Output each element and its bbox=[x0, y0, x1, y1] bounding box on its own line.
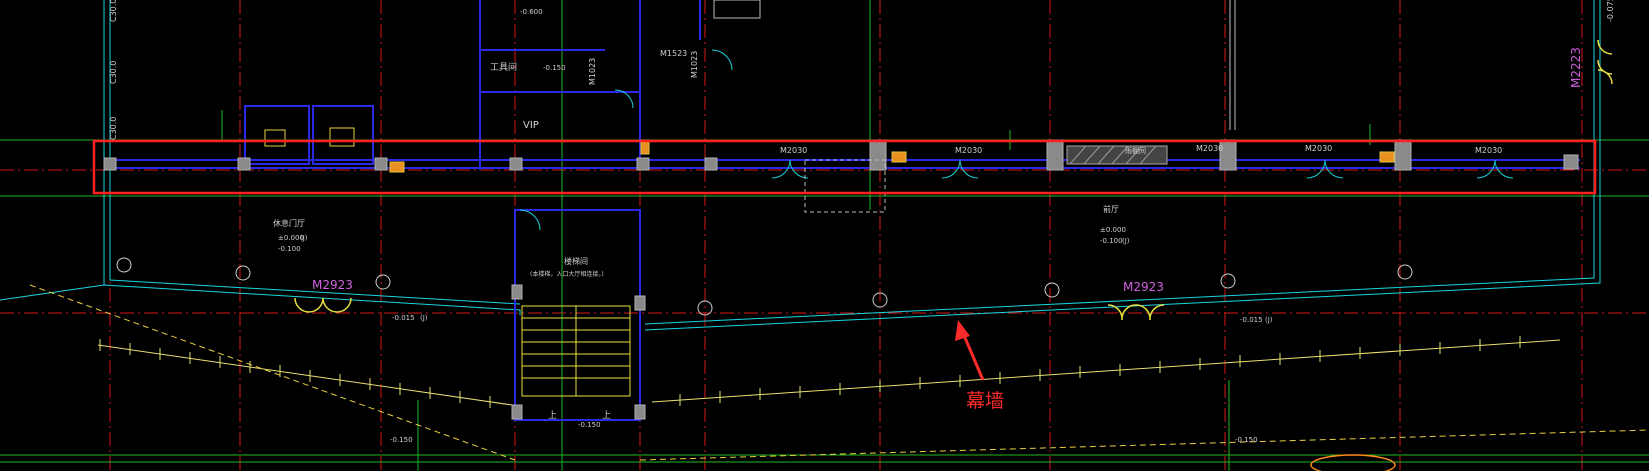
door-label-m2030-3: M2030 bbox=[1305, 144, 1332, 153]
tag-up-2: 上 bbox=[602, 410, 611, 421]
room-label-baggage: 雨棚间 bbox=[1125, 146, 1146, 155]
elevation-e2: -0.100 bbox=[278, 245, 301, 253]
column-7 bbox=[869, 139, 887, 171]
elevation-e10: -0.600 bbox=[520, 8, 543, 16]
room-label-vip: VIP bbox=[523, 120, 539, 131]
hatch-block bbox=[1066, 145, 1168, 165]
column-3 bbox=[374, 157, 388, 171]
column-13 bbox=[634, 295, 646, 311]
fixture-2 bbox=[891, 151, 907, 163]
column-11 bbox=[1563, 154, 1579, 170]
elevation-e5: -0.015 bbox=[392, 314, 415, 322]
drawing-background bbox=[0, 0, 1649, 471]
cad-floor-plan-canvas: C30.0 C30.0 C30.0 -0.075 M2923 M2923 M22… bbox=[0, 0, 1649, 471]
tag-j2: (J) bbox=[1122, 237, 1130, 245]
column-6 bbox=[704, 157, 718, 171]
tag-j1: (J) bbox=[300, 234, 308, 242]
axis-label-b: C30.0 bbox=[109, 61, 118, 84]
column-10 bbox=[1394, 139, 1412, 171]
column-14 bbox=[511, 404, 523, 420]
column-12 bbox=[511, 284, 523, 300]
axis-label-a: C30.0 bbox=[109, 0, 118, 22]
elevation-e8: -0.150 bbox=[1235, 436, 1258, 444]
column-8 bbox=[1046, 139, 1064, 171]
door-label-m2030-1: M2030 bbox=[780, 146, 807, 155]
axis-label-right: -0.075 bbox=[1606, 0, 1615, 22]
room-label-hall-right: 前厅 bbox=[1103, 204, 1119, 214]
column-4 bbox=[509, 157, 523, 171]
axis-label-c: C30.0 bbox=[109, 117, 118, 140]
room-label-stair-note: (本楼梯，入口大厅相连接，) bbox=[530, 270, 604, 278]
door-label-m2030-top: M2030 bbox=[1196, 144, 1223, 153]
elevation-e4: -0.100 bbox=[1100, 237, 1123, 245]
column-1 bbox=[103, 157, 117, 171]
elevation-e6: -0.015 bbox=[1240, 316, 1263, 324]
fixture-3 bbox=[1379, 151, 1395, 163]
annotation-curtain-wall: 幕墙 bbox=[966, 390, 1004, 412]
column-15 bbox=[634, 404, 646, 420]
room-label-tool: 工具间 bbox=[490, 61, 517, 73]
elevation-e7: -0.150 bbox=[390, 436, 413, 444]
tag-up-1: 上 bbox=[548, 410, 557, 421]
door-label-m2030-2: M2030 bbox=[955, 146, 982, 155]
hatched-opening bbox=[1066, 145, 1168, 165]
room-label-stair: 楼梯间 bbox=[564, 256, 588, 266]
column-2 bbox=[237, 157, 251, 171]
column-5 bbox=[636, 157, 650, 171]
tag-j4: (J) bbox=[1265, 316, 1273, 324]
fixture-1 bbox=[389, 161, 405, 173]
door-label-m1023: M1023 bbox=[690, 51, 699, 78]
elevation-e11: -0.150 bbox=[543, 64, 566, 72]
elevation-e3: ±0.000 bbox=[1100, 226, 1126, 234]
elevation-e9: -0.150 bbox=[578, 421, 601, 429]
tag-j3: (J) bbox=[420, 314, 428, 322]
door-label-m1023b: M1023 bbox=[588, 58, 597, 85]
door-label-m2923-left: M2923 bbox=[312, 278, 353, 292]
door-label-m2030-4: M2030 bbox=[1475, 146, 1502, 155]
door-label-m1523: M1523 bbox=[660, 49, 687, 58]
door-label-m2223: M2223 bbox=[1569, 47, 1583, 88]
room-label-hall-left: 休息门厅 bbox=[273, 218, 305, 228]
door-label-m2923-right: M2923 bbox=[1123, 280, 1164, 294]
